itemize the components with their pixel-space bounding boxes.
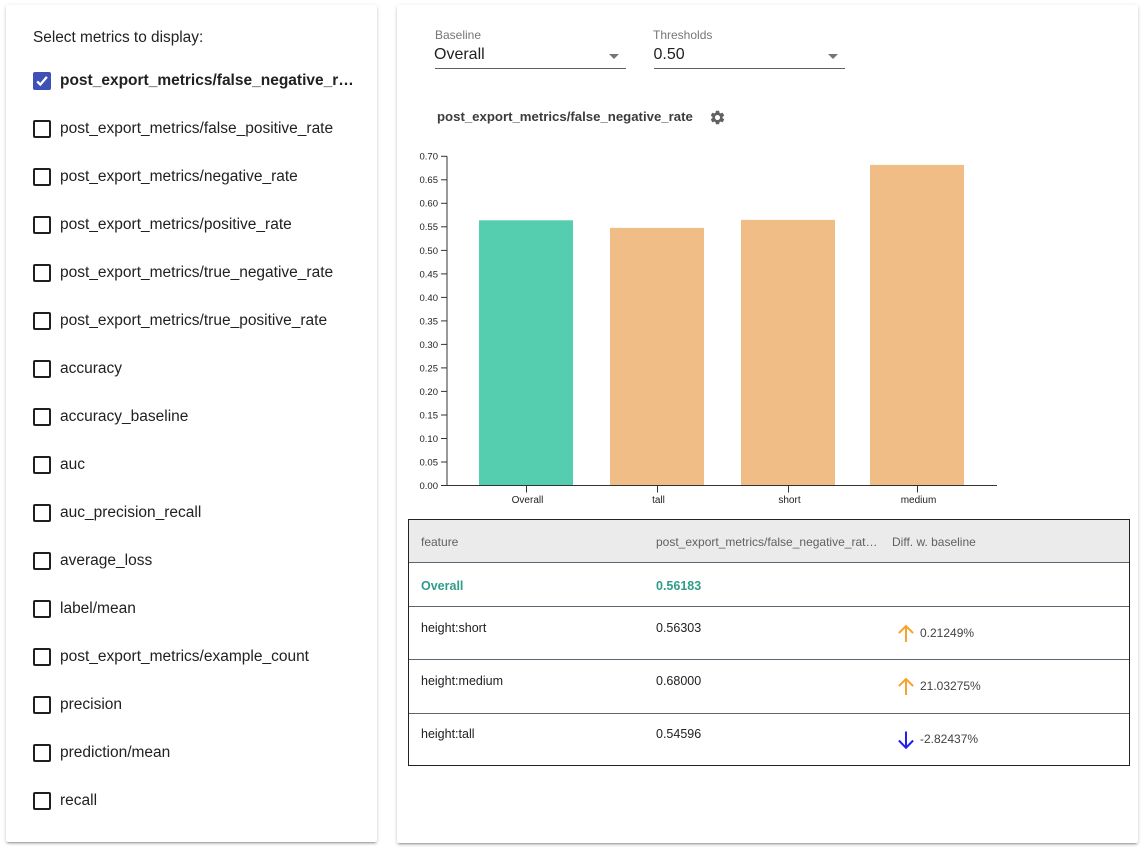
svg-text:0.45: 0.45 — [420, 269, 439, 280]
svg-text:0.70: 0.70 — [420, 152, 439, 163]
svg-text:0.10: 0.10 — [420, 434, 439, 445]
svg-text:medium: medium — [901, 495, 937, 506]
svg-text:0.15: 0.15 — [420, 410, 439, 421]
svg-text:0.05: 0.05 — [420, 457, 439, 468]
svg-text:0.20: 0.20 — [420, 387, 439, 398]
svg-text:0.00: 0.00 — [420, 481, 439, 492]
svg-text:short: short — [778, 495, 800, 506]
svg-text:tall: tall — [652, 495, 665, 506]
svg-text:0.30: 0.30 — [420, 340, 439, 351]
svg-text:Overall: Overall — [512, 495, 544, 506]
svg-text:0.65: 0.65 — [420, 175, 439, 186]
svg-text:0.50: 0.50 — [420, 246, 439, 257]
svg-text:0.60: 0.60 — [420, 199, 439, 210]
svg-text:0.55: 0.55 — [420, 222, 439, 233]
svg-text:0.40: 0.40 — [420, 293, 439, 304]
svg-text:0.25: 0.25 — [420, 363, 439, 374]
svg-text:0.35: 0.35 — [420, 316, 439, 327]
